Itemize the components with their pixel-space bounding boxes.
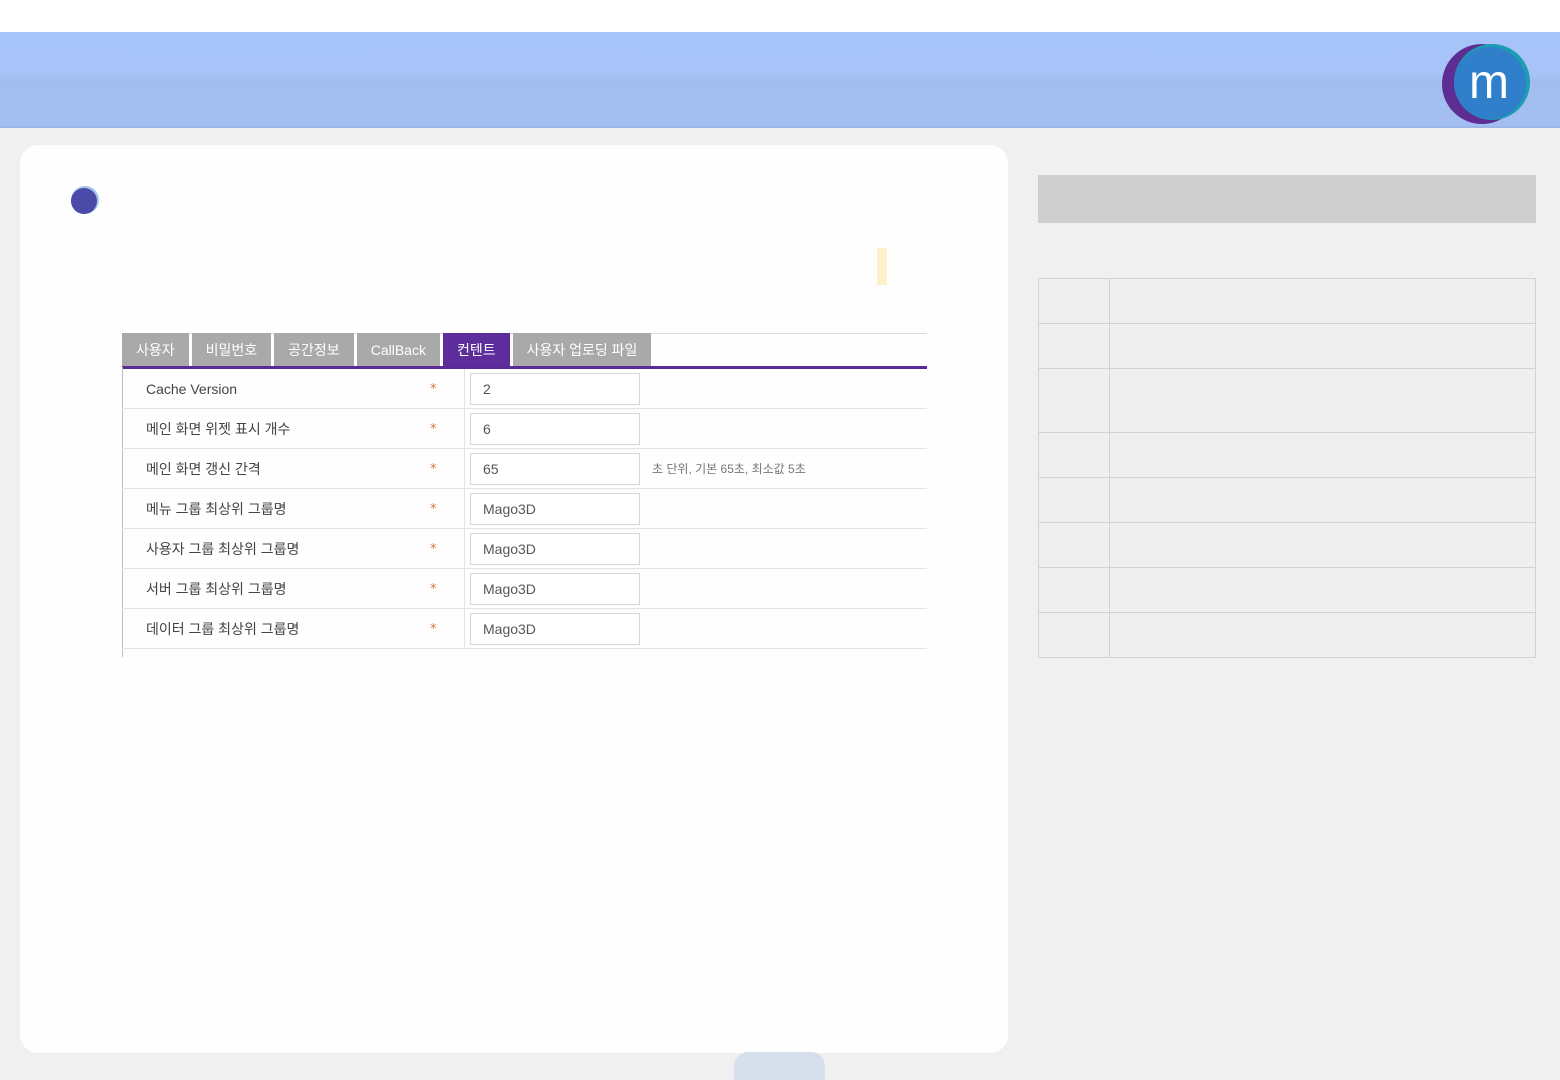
side-cell-key	[1038, 323, 1110, 369]
column-divider	[464, 569, 465, 609]
tab-5[interactable]: 사용자 업로딩 파일	[512, 333, 652, 367]
field-input[interactable]: 6	[470, 413, 640, 445]
side-cell-key	[1038, 278, 1110, 324]
field-input[interactable]: 2	[470, 373, 640, 405]
required-marker: *	[430, 542, 437, 557]
field-label: 메인 화면 갱신 간격	[146, 461, 261, 477]
side-panel-header	[1038, 175, 1536, 223]
form-row: 서버 그룹 최상위 그룹명 * Mago3D	[122, 569, 927, 609]
page-tab-handle[interactable]	[734, 1052, 825, 1080]
column-divider	[464, 449, 465, 489]
side-table-row	[1038, 368, 1536, 433]
field-label: 메인 화면 위젯 표시 개수	[146, 421, 291, 437]
required-marker: *	[430, 502, 437, 517]
settings-form: Cache Version * 2 메인 화면 위젯 표시 개수 * 6 메인 화면 갱신 …	[122, 369, 927, 649]
side-table-row	[1038, 432, 1536, 478]
required-marker: *	[430, 422, 437, 437]
tab-4[interactable]: 컨텐트	[442, 333, 510, 367]
form-row: 데이터 그룹 최상위 그룹명 * Mago3D	[122, 609, 927, 649]
side-table-row	[1038, 278, 1536, 324]
side-cell-value	[1109, 323, 1536, 369]
side-cell-value	[1109, 432, 1536, 478]
field-label: 사용자 그룹 최상위 그룹명	[146, 541, 300, 557]
side-table	[1038, 278, 1536, 658]
settings-screenshot: 사용자 비밀번호 공간정보 CallBack 컨텐트 사용자 업로딩 파일 Cache V…	[122, 331, 927, 661]
mago-logo: m	[1442, 44, 1530, 124]
field-label: 메뉴 그룹 최상위 그룹명	[146, 501, 287, 517]
side-cell-key	[1038, 477, 1110, 523]
side-cell-value	[1109, 278, 1536, 324]
side-cell-key	[1038, 522, 1110, 568]
field-input[interactable]: Mago3D	[470, 573, 640, 605]
side-cell-value	[1109, 612, 1536, 658]
form-row: 메인 화면 위젯 표시 개수 * 6	[122, 409, 927, 449]
side-cell-key	[1038, 612, 1110, 658]
side-table-row	[1038, 522, 1536, 568]
column-divider	[464, 409, 465, 449]
required-marker: *	[430, 382, 437, 397]
highlight-marker	[877, 248, 887, 285]
side-cell-value	[1109, 477, 1536, 523]
field-input[interactable]: Mago3D	[470, 533, 640, 565]
logo-letter: m	[1469, 56, 1509, 109]
required-marker: *	[430, 462, 437, 477]
column-divider	[464, 609, 465, 649]
field-input[interactable]: 65	[470, 453, 640, 485]
tab-1[interactable]: 비밀번호	[191, 333, 272, 367]
section-bullet-icon	[71, 186, 99, 214]
side-cell-key	[1038, 567, 1110, 613]
side-cell-value	[1109, 522, 1536, 568]
settings-tabs: 사용자 비밀번호 공간정보 CallBack 컨텐트 사용자 업로딩 파일	[122, 333, 654, 367]
side-table-row	[1038, 612, 1536, 658]
tab-2[interactable]: 공간정보	[274, 333, 354, 367]
form-row: 메인 화면 갱신 간격 * 65 초 단위, 기본 65초, 최소값 5초	[122, 449, 927, 489]
tab-0[interactable]: 사용자	[122, 333, 189, 367]
side-table-row	[1038, 323, 1536, 369]
required-marker: *	[430, 582, 437, 597]
column-divider	[464, 489, 465, 529]
field-label: 데이터 그룹 최상위 그룹명	[146, 621, 300, 637]
form-row: 사용자 그룹 최상위 그룹명 * Mago3D	[122, 529, 927, 569]
form-row: Cache Version * 2	[122, 369, 927, 409]
column-divider	[464, 369, 465, 409]
tab-3[interactable]: CallBack	[356, 333, 440, 367]
field-label: Cache Version	[146, 381, 238, 397]
field-input[interactable]: Mago3D	[470, 613, 640, 645]
field-input[interactable]: Mago3D	[470, 493, 640, 525]
side-cell-value	[1109, 368, 1536, 433]
content-panel: 사용자 비밀번호 공간정보 CallBack 컨텐트 사용자 업로딩 파일 Cache V…	[20, 145, 1008, 1053]
side-cell-value	[1109, 567, 1536, 613]
field-hint: 초 단위, 기본 65초, 최소값 5초	[652, 462, 806, 476]
side-cell-key	[1038, 368, 1110, 433]
top-strip	[0, 0, 1560, 32]
required-marker: *	[430, 622, 437, 637]
field-label: 서버 그룹 최상위 그룹명	[146, 581, 287, 597]
column-divider	[464, 529, 465, 569]
side-table-row	[1038, 567, 1536, 613]
header-bar	[0, 32, 1560, 128]
side-cell-key	[1038, 432, 1110, 478]
form-row: 메뉴 그룹 최상위 그룹명 * Mago3D	[122, 489, 927, 529]
side-table-row	[1038, 477, 1536, 523]
